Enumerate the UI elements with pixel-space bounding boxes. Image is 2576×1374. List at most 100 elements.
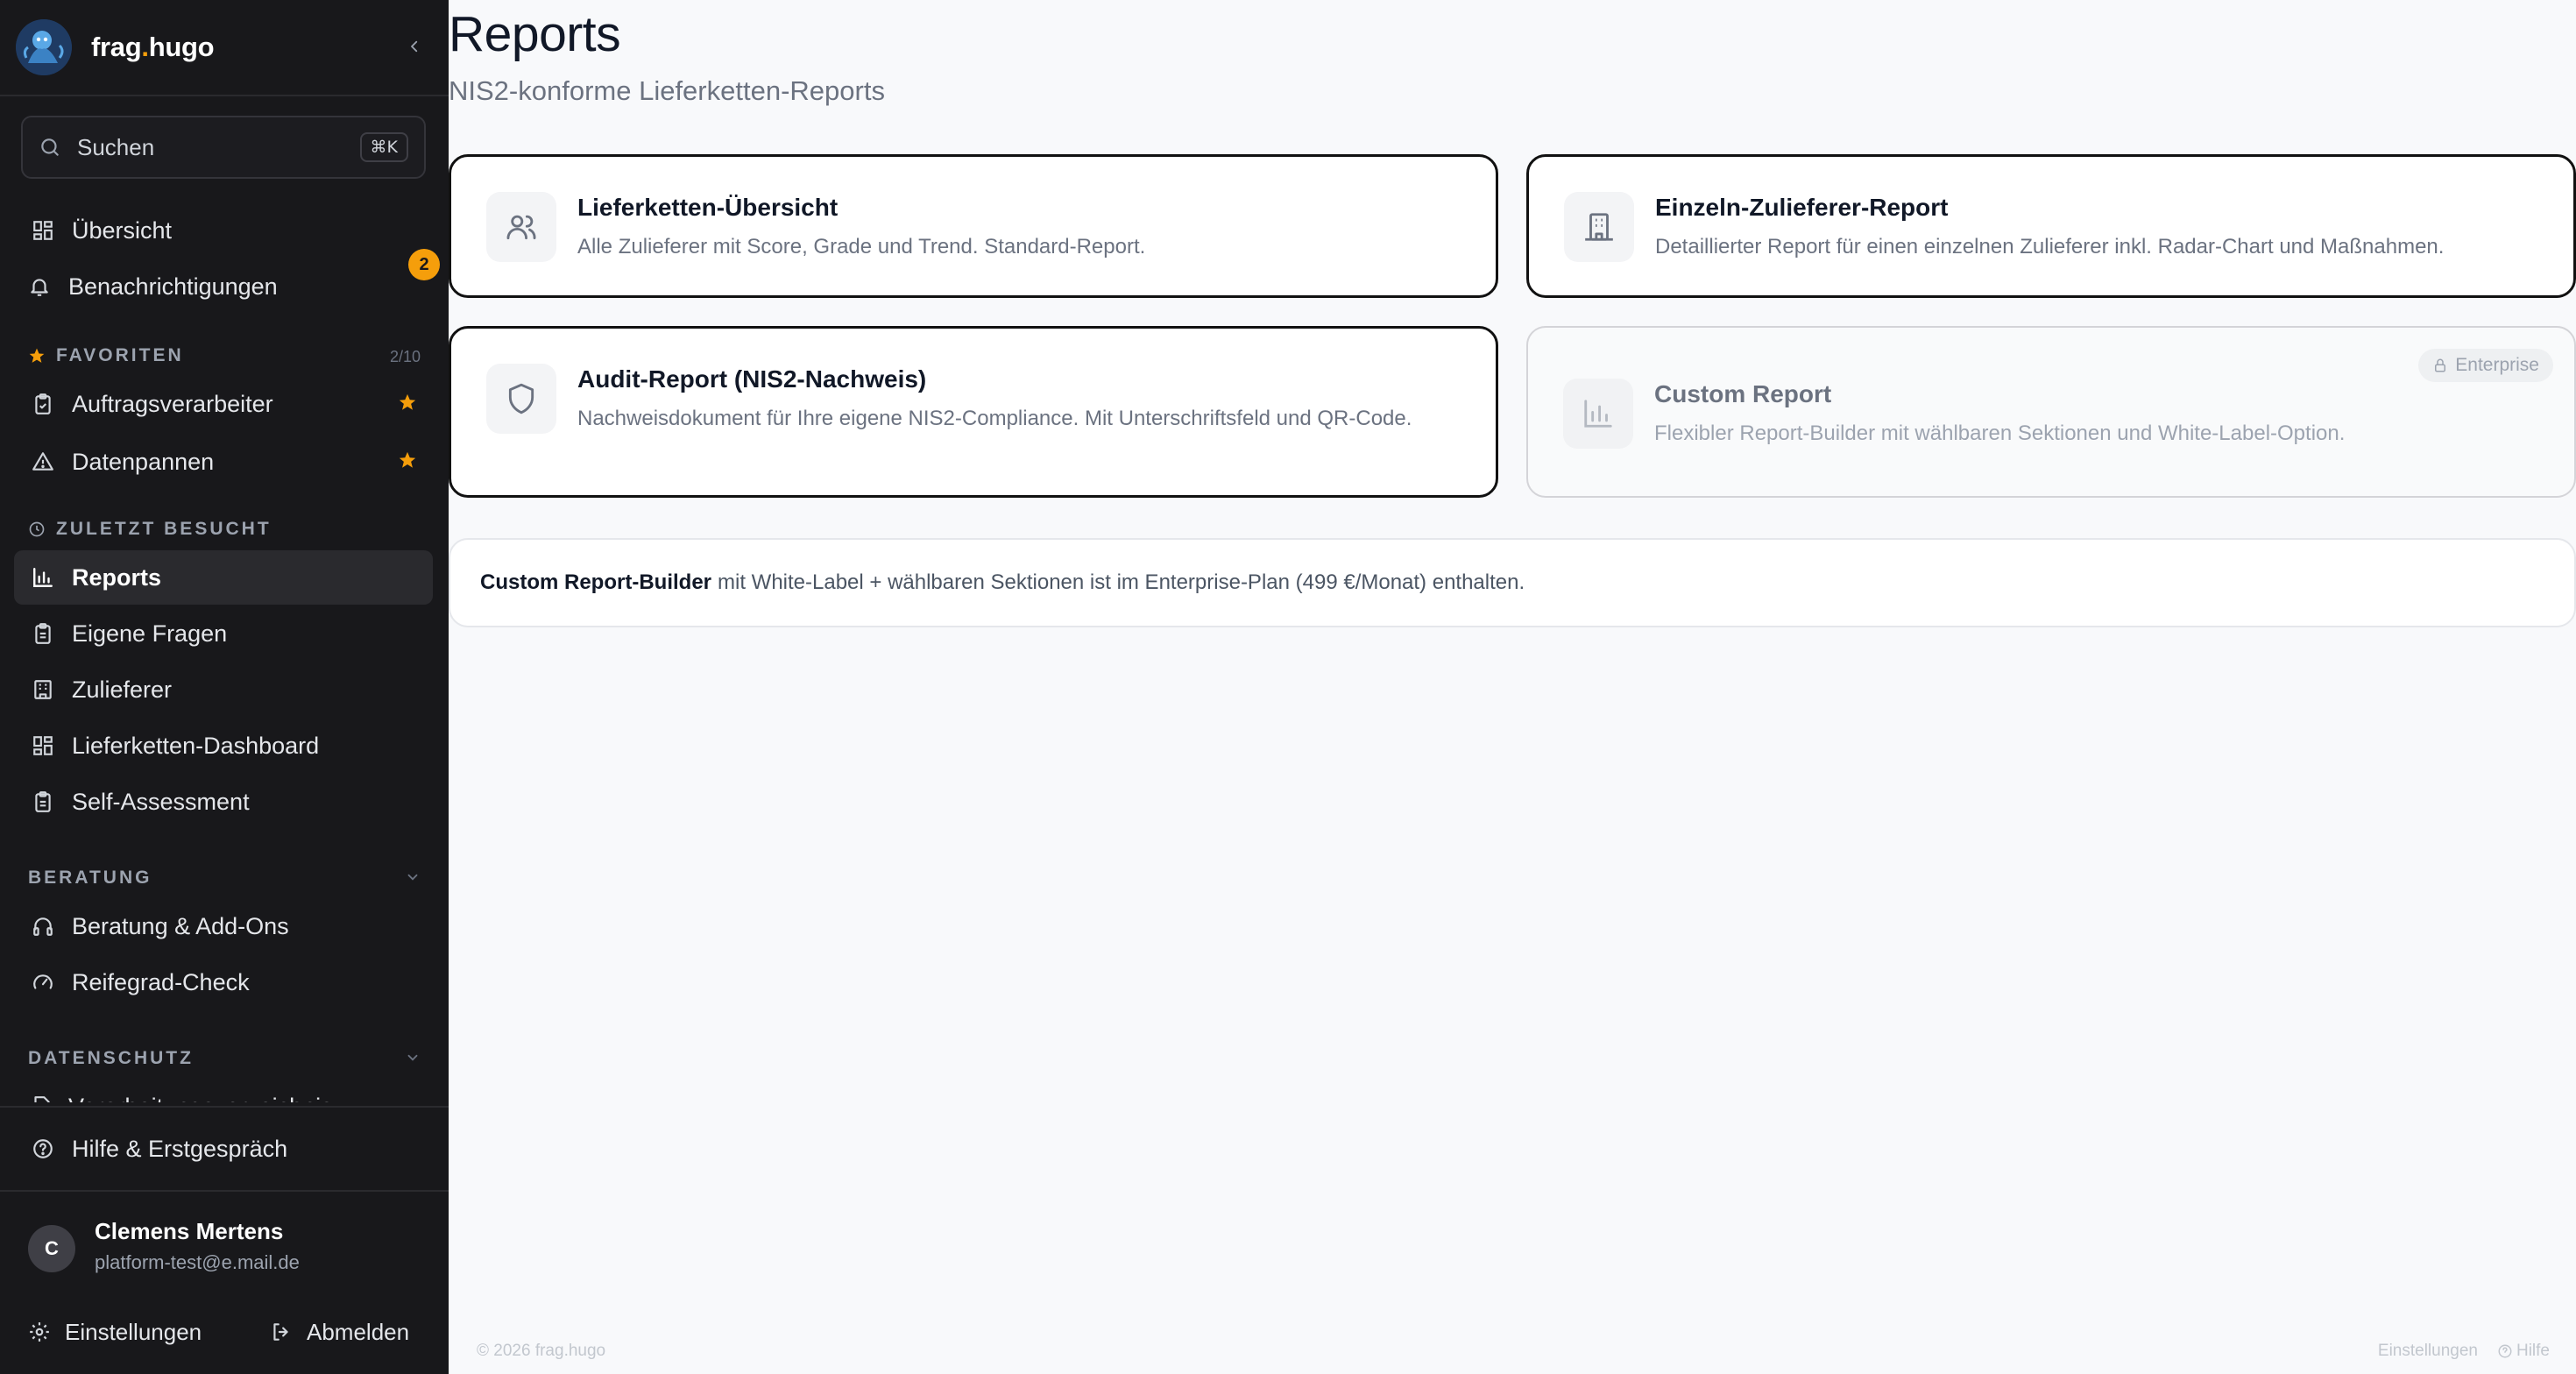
enterprise-badge-label: Enterprise xyxy=(2455,355,2539,375)
section-favorites-label: FAVORITEN xyxy=(28,345,184,366)
sidebar-item-reports[interactable]: Reports xyxy=(14,550,433,605)
sidebar-item-label: Eigene Fragen xyxy=(72,620,228,647)
section-datenschutz-text: DATENSCHUTZ xyxy=(28,1048,194,1068)
sidebar-item-label: Reifegrad-Check xyxy=(72,968,250,995)
search-icon xyxy=(41,138,59,156)
bell-icon xyxy=(26,273,53,300)
sidebar-item-reifegrad-check[interactable]: Reifegrad-Check xyxy=(14,955,433,1009)
section-datenschutz-label: DATENSCHUTZ xyxy=(28,1048,194,1069)
headphones-icon xyxy=(30,913,56,939)
sidebar-item-beratung-addons[interactable]: Beratung & Add-Ons xyxy=(14,899,433,953)
page-subtitle: NIS2-konforme Lieferketten-Reports xyxy=(449,75,885,106)
main-content: Reports NIS2-konforme Lieferketten-Repor… xyxy=(449,0,2576,1374)
sidebar-item-datenpannen[interactable]: Datenpannen xyxy=(14,435,433,489)
footer-settings-link[interactable]: Einstellungen xyxy=(2378,1342,2478,1361)
settings-label: Einstellungen xyxy=(65,1318,202,1345)
enterprise-badge: Enterprise xyxy=(2418,349,2553,382)
clock-icon xyxy=(28,521,46,538)
dashboard-icon xyxy=(30,733,56,759)
section-beratung-label: BERATUNG xyxy=(28,868,152,889)
warning-icon xyxy=(30,449,56,475)
sidebar-item-notifications[interactable]: Benachrichtigungen xyxy=(14,259,433,314)
logout-button[interactable]: Abmelden xyxy=(270,1311,409,1353)
brand-header: frag.hugo xyxy=(0,0,449,96)
user-profile[interactable]: C Clemens Mertens platform-test@e.mail.d… xyxy=(0,1192,449,1297)
favorite-star-icon[interactable] xyxy=(398,393,417,416)
logout-icon xyxy=(273,1323,288,1341)
collapse-sidebar-button[interactable] xyxy=(401,33,428,60)
report-card-custom-report: Enterprise Custom Report Flexibler Repor… xyxy=(1526,326,2576,498)
sidebar-item-self-assessment[interactable]: Self-Assessment xyxy=(14,775,433,829)
sidebar-item-label: Lieferketten-Dashboard xyxy=(72,732,320,759)
sidebar-item-eigene-fragen[interactable]: Eigene Fragen xyxy=(14,606,433,661)
section-favorites-text: FAVORITEN xyxy=(56,345,184,365)
notification-badge: 2 xyxy=(408,249,440,280)
favorites-count: 2/10 xyxy=(389,348,421,365)
report-card-audit-report[interactable]: Audit-Report (NIS2-Nachweis) Nachweisdok… xyxy=(449,326,1498,498)
document-icon xyxy=(30,1095,53,1102)
report-card-description: Alle Zulieferer mit Score, Grade und Tre… xyxy=(577,235,1146,259)
report-card-einzeln-zulieferer[interactable]: Einzeln-Zulieferer-Report Detaillierter … xyxy=(1526,154,2576,298)
logout-label: Abmelden xyxy=(307,1318,410,1345)
brand-name-part1: frag xyxy=(91,32,142,62)
footer-links: Einstellungen Hilfe xyxy=(2378,1342,2550,1361)
chevron-down-icon xyxy=(407,874,418,881)
sidebar: frag.hugo Suchen ⌘K Übersicht Benachrich… xyxy=(0,0,449,1374)
users-icon xyxy=(486,192,556,262)
section-recent-label: ZULETZT BESUCHT xyxy=(28,519,272,540)
brand-name: frag.hugo xyxy=(91,32,215,63)
sidebar-item-label: Auftragsverarbeiter xyxy=(72,390,273,417)
gauge-icon xyxy=(30,969,56,995)
section-recent-text: ZULETZT BESUCHT xyxy=(56,519,272,539)
user-email: platform-test@e.mail.de xyxy=(95,1251,300,1273)
dashboard-icon xyxy=(30,217,56,244)
section-beratung-text: BERATUNG xyxy=(28,868,152,888)
building-icon xyxy=(30,676,56,703)
help-circle-icon xyxy=(2498,1344,2512,1358)
footer-help-label: Hilfe xyxy=(2516,1342,2550,1360)
chevron-left-icon xyxy=(411,40,418,53)
sidebar-item-label: Hilfe & Erstgespräch xyxy=(72,1135,288,1162)
app-root: frag.hugo Suchen ⌘K Übersicht Benachrich… xyxy=(0,0,2576,1374)
sidebar-item-label: Verarbeitungsverzeichnis xyxy=(68,1094,333,1103)
info-bold: Custom Report-Builder xyxy=(480,570,711,594)
chevron-down-icon xyxy=(407,1054,418,1061)
brand-name-dot: . xyxy=(141,32,149,62)
report-card-lieferketten-uebersicht[interactable]: Lieferketten-Übersicht Alle Zulieferer m… xyxy=(449,154,1498,298)
search-input[interactable]: Suchen ⌘K xyxy=(21,116,426,179)
clipboard-list-icon xyxy=(30,620,56,647)
report-card-title: Einzeln-Zulieferer-Report xyxy=(1655,194,1949,221)
sidebar-item-label: Reports xyxy=(72,563,162,591)
sidebar-divider xyxy=(0,1106,449,1108)
enterprise-info-box: Custom Report-Builder mit White-Label + … xyxy=(449,538,2576,627)
brand-logo-icon[interactable] xyxy=(16,19,72,75)
sidebar-item-label: Self-Assessment xyxy=(72,788,250,815)
report-card-title: Lieferketten-Übersicht xyxy=(577,194,839,221)
sidebar-item-label: Beratung & Add-Ons xyxy=(72,912,289,939)
bar-chart-icon xyxy=(30,564,56,591)
clipboard-list-icon xyxy=(30,789,56,815)
settings-button[interactable]: Einstellungen xyxy=(28,1311,202,1353)
beratung-toggle-button[interactable] xyxy=(403,868,422,887)
footer-copyright: © 2026 frag.hugo xyxy=(477,1342,606,1360)
lock-icon xyxy=(2435,358,2446,372)
favorite-star-icon[interactable] xyxy=(398,450,417,474)
gear-icon xyxy=(30,1322,49,1342)
report-card-title: Custom Report xyxy=(1654,380,1832,407)
datenschutz-toggle-button[interactable] xyxy=(403,1048,422,1067)
page-title: Reports xyxy=(449,6,621,62)
building-icon xyxy=(1564,192,1634,262)
sidebar-item-help[interactable]: Hilfe & Erstgespräch xyxy=(14,1122,433,1176)
bar-chart-icon xyxy=(1563,379,1633,449)
sidebar-item-label: Zulieferer xyxy=(72,676,173,703)
report-card-description: Flexibler Report-Builder mit wählbaren S… xyxy=(1654,421,2346,445)
sidebar-item-zulieferer[interactable]: Zulieferer xyxy=(14,662,433,717)
sidebar-item-auftragsverarbeiter[interactable]: Auftragsverarbeiter xyxy=(14,377,433,431)
sidebar-item-overview[interactable]: Übersicht xyxy=(14,203,433,258)
help-circle-icon xyxy=(30,1136,56,1162)
sidebar-item-verarbeitungsverzeichnis[interactable]: Verarbeitungsverzeichnis xyxy=(14,1080,433,1102)
sidebar-item-lieferketten-dashboard[interactable]: Lieferketten-Dashboard xyxy=(14,719,433,773)
report-card-title: Audit-Report (NIS2-Nachweis) xyxy=(577,365,927,393)
info-text: mit White-Label + wählbaren Sektionen is… xyxy=(718,570,1525,594)
footer-help-link[interactable]: Hilfe xyxy=(2497,1342,2550,1361)
